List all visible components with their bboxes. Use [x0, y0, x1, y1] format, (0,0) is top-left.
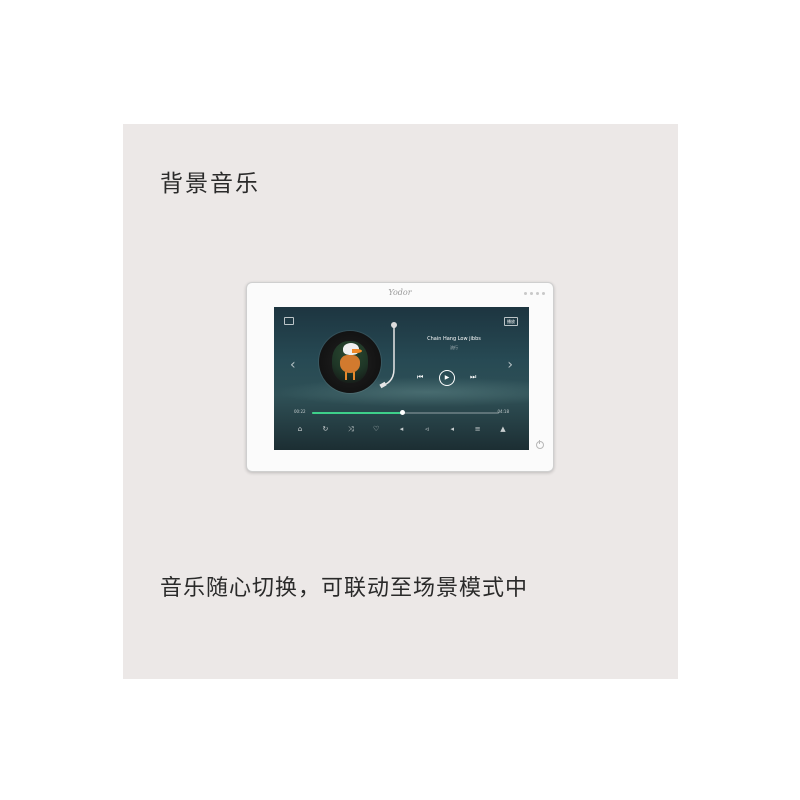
power-icon[interactable]	[536, 440, 544, 449]
home-icon[interactable]: ⌂	[294, 425, 306, 433]
bird-body	[340, 355, 360, 373]
feature-card: 背景音乐 Yodor 播放 ‹ › Chain Hang Low jibbs 流…	[123, 124, 678, 679]
status-dots	[524, 292, 545, 295]
skip-next-icon[interactable]: ⏭	[470, 373, 476, 382]
wall-panel-device: Yodor 播放 ‹ › Chain Hang Low jibbs 流行 ⏮ ▶…	[246, 282, 554, 472]
tonearm	[379, 322, 397, 389]
feature-caption: 音乐随心切换，可联动至场景模式中	[160, 576, 529, 601]
bird-beak	[352, 349, 362, 353]
previous-page-icon[interactable]: ‹	[290, 357, 296, 373]
skip-previous-icon[interactable]: ⏮	[417, 373, 423, 382]
shuffle-icon[interactable]: ⤨	[345, 425, 357, 434]
status-dot	[542, 292, 545, 295]
heart-icon[interactable]: ♡	[370, 425, 382, 433]
album-art	[332, 341, 368, 383]
progress-fill	[312, 412, 402, 414]
brand-logo: Yodor	[388, 288, 412, 297]
mode-tag[interactable]: 播放	[504, 317, 518, 326]
status-dot	[530, 292, 533, 295]
volume-up-icon[interactable]: ◂	[446, 425, 458, 433]
play-button[interactable]: ▶	[439, 370, 455, 386]
next-page-icon[interactable]: ›	[507, 357, 513, 373]
player-toolbar: ⌂ ↻ ⤨ ♡ ◂ ◃ ◂ ≡ ▲	[294, 423, 509, 435]
equalizer-icon[interactable]: ≡	[472, 425, 484, 433]
time-total: 04:18	[497, 409, 509, 414]
feature-heading: 背景音乐	[160, 171, 260, 197]
song-title: Chain Hang Low jibbs	[427, 336, 481, 342]
volume-icon[interactable]: ◃	[421, 425, 433, 433]
progress-track[interactable]	[312, 410, 499, 415]
bird-legs	[345, 372, 355, 380]
song-subtitle: 流行	[450, 345, 458, 350]
time-elapsed: 00:22	[294, 409, 306, 414]
repeat-icon[interactable]: ↻	[319, 425, 331, 433]
music-player-screen: 播放 ‹ › Chain Hang Low jibbs 流行 ⏮ ▶ ⏭ 00:…	[274, 307, 529, 450]
volume-down-icon[interactable]: ◂	[396, 425, 408, 433]
progress-thumb[interactable]	[399, 410, 405, 415]
playlist-icon[interactable]: ▲	[497, 425, 509, 433]
vinyl-record	[319, 331, 381, 393]
status-dot	[524, 292, 527, 295]
status-dot	[536, 292, 539, 295]
cast-icon[interactable]	[284, 317, 294, 325]
